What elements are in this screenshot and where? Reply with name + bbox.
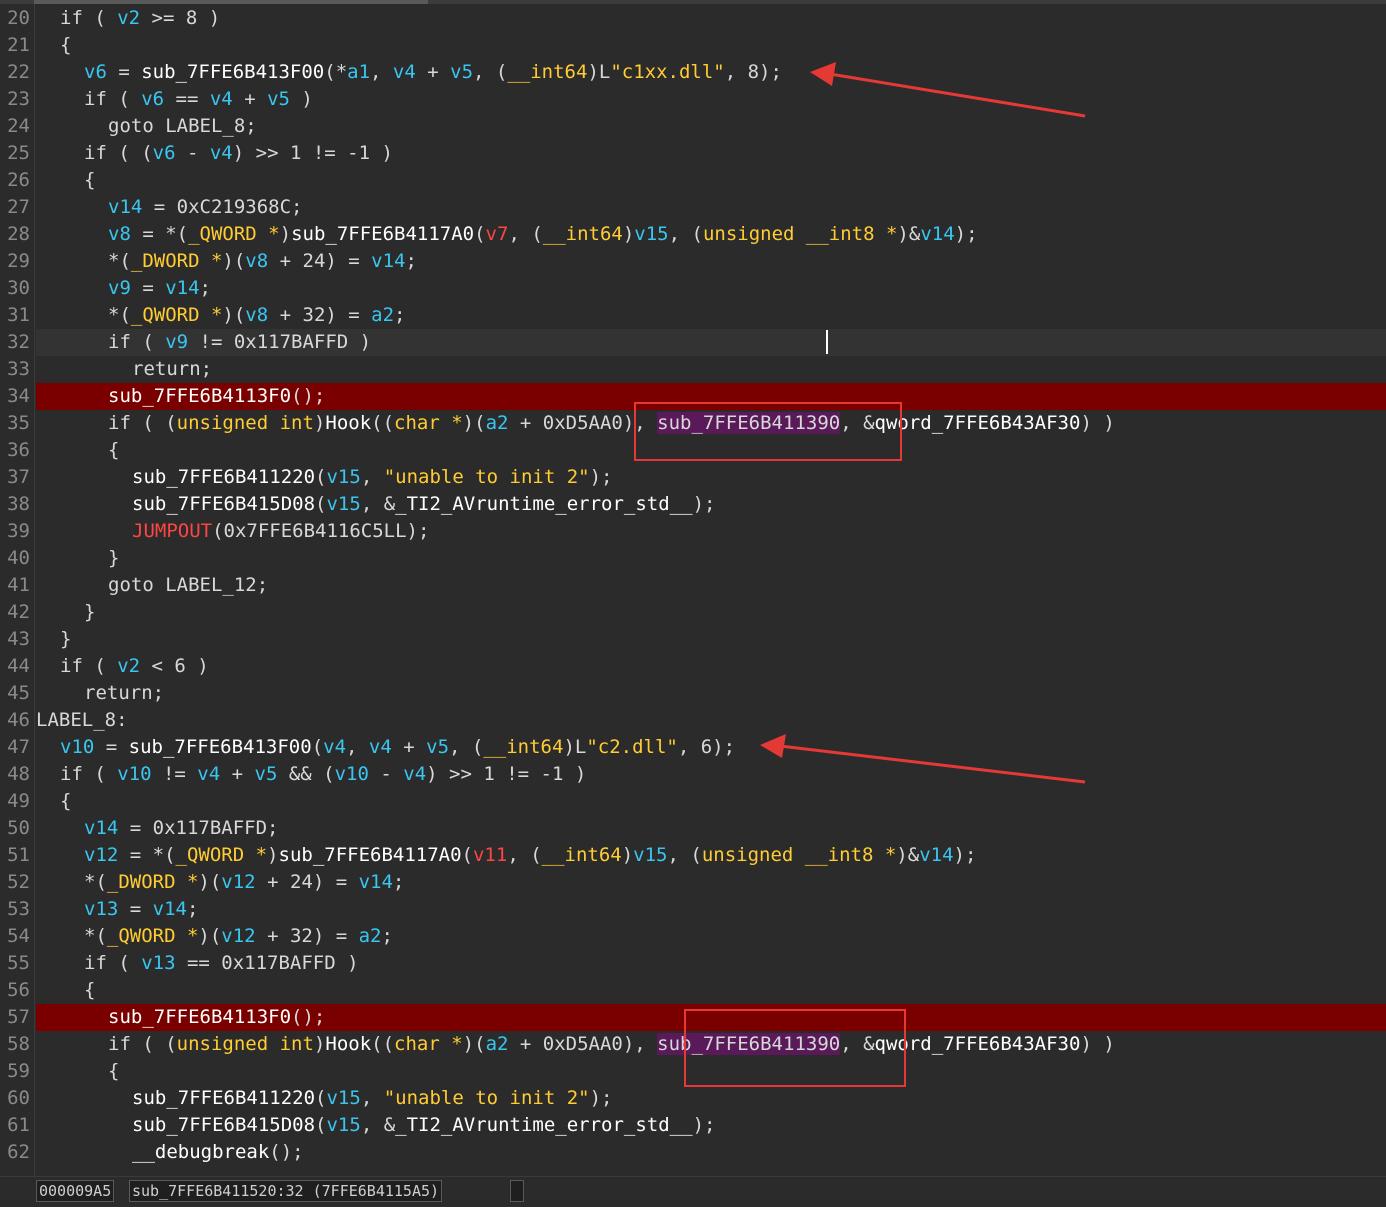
status-offset: 000009A5 (36, 1180, 115, 1202)
status-location: sub_7FFE6B411520:32 (7FFE6B4115A5) (129, 1180, 443, 1202)
status-empty-cell (510, 1180, 524, 1202)
annotation-arrows (760, 62, 1086, 784)
status-bar: 000009A5 sub_7FFE6B411520:32 (7FFE6B4115… (0, 1176, 1386, 1207)
arrow-2 (760, 734, 1086, 784)
arrow-1 (810, 62, 1086, 118)
